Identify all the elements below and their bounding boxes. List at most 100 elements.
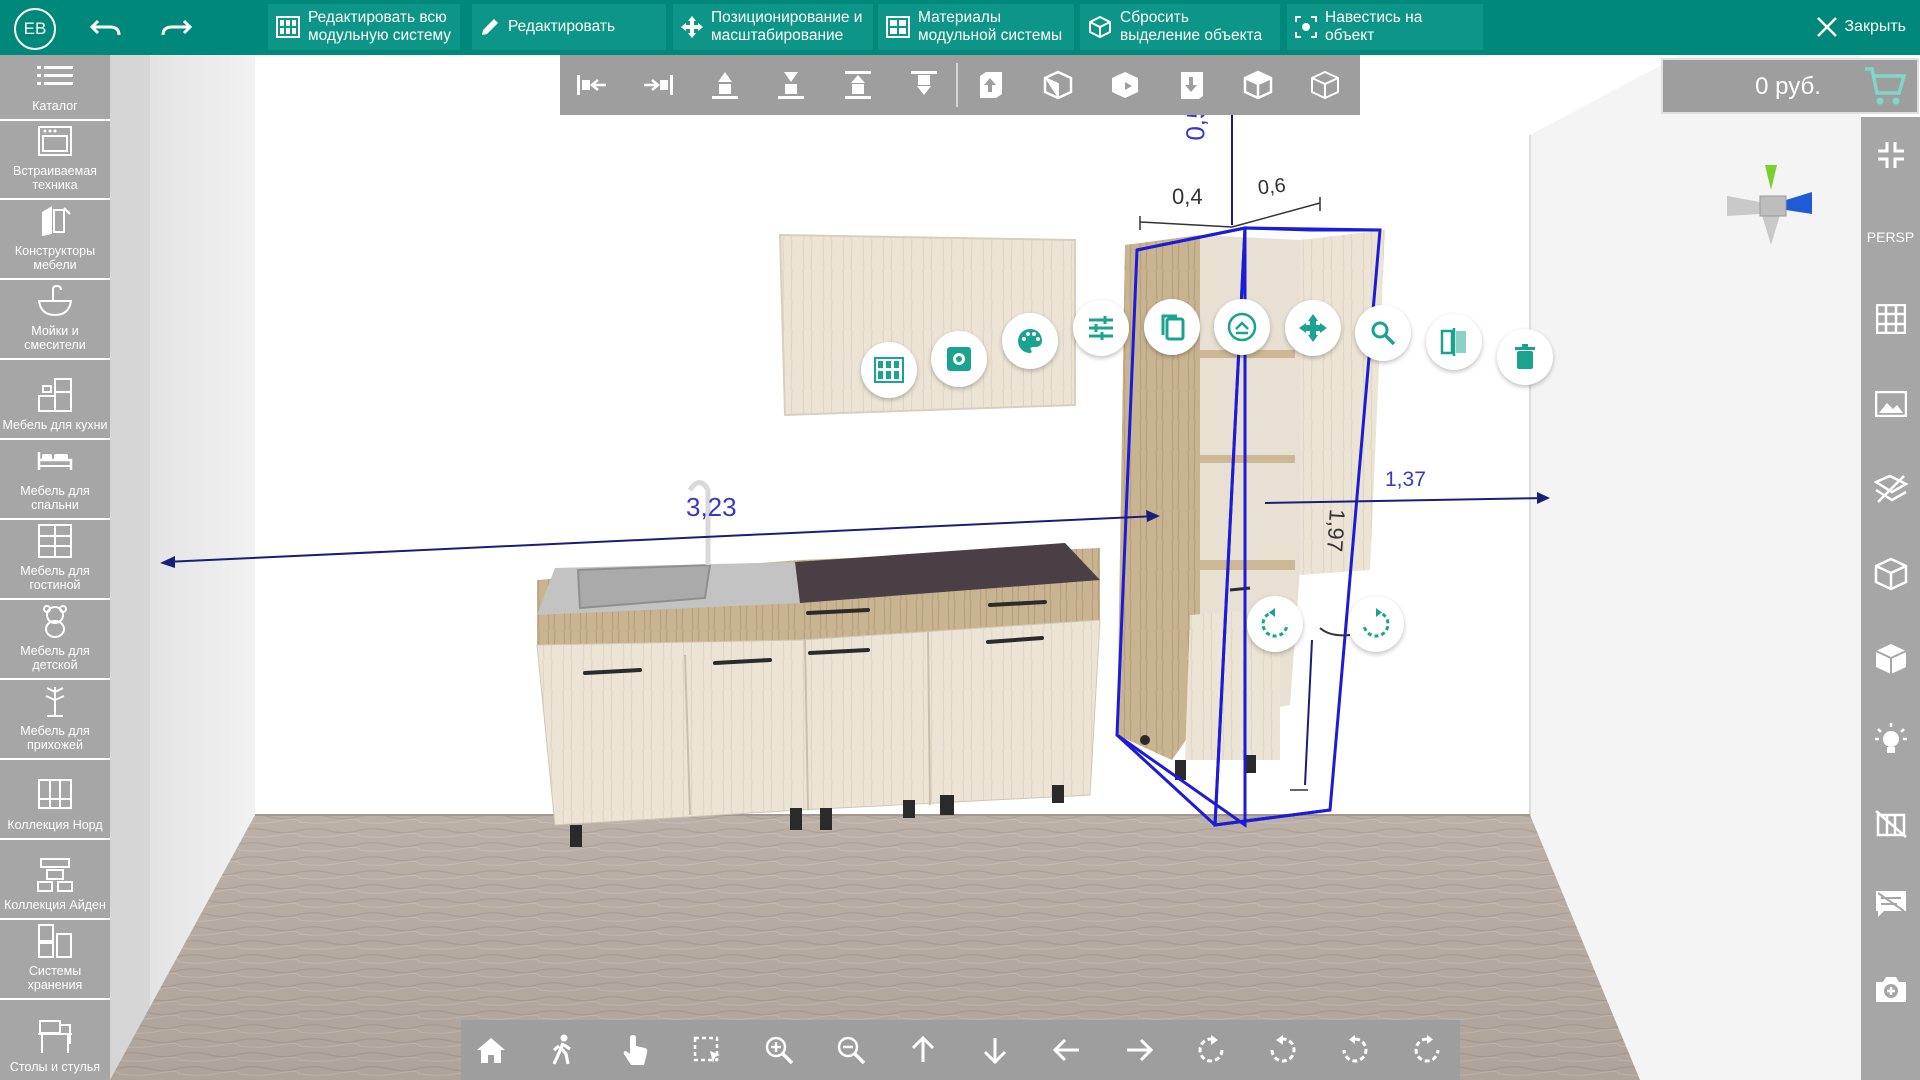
edit-modular-system-button[interactable]: Редактировать всю модульную систему: [268, 4, 460, 50]
sidebar-item-constructors[interactable]: Конструкторы мебели: [0, 202, 110, 280]
pan-down-button[interactable]: [975, 1030, 1015, 1070]
sidebar-item-kitchen[interactable]: Мебель для кухни: [0, 362, 110, 440]
undo-button[interactable]: [88, 12, 124, 42]
walk-mode-button[interactable]: [543, 1030, 583, 1070]
sidebar-item-bedroom[interactable]: Мебель для спальни: [0, 442, 110, 520]
background-button[interactable]: [1869, 382, 1913, 426]
orbit-up-button[interactable]: [1263, 1030, 1303, 1070]
navigation-toolbar: [461, 1020, 1460, 1080]
view-bottom-button[interactable]: [1174, 68, 1210, 102]
view-iso-button[interactable]: [1240, 68, 1276, 102]
price-box[interactable]: 0 руб.: [1661, 58, 1919, 114]
zoom-out-button[interactable]: [831, 1030, 871, 1070]
sidebar-item-aiden[interactable]: Коллекция Айден: [0, 842, 110, 920]
zoom-in-button[interactable]: [759, 1030, 799, 1070]
pan-left-button[interactable]: [1047, 1030, 1087, 1070]
box-outline-button[interactable]: [1869, 552, 1913, 596]
move-fab[interactable]: [1285, 300, 1341, 356]
sidebar-item-label: Мойки и смесители: [24, 324, 86, 352]
box-outline-icon: [1874, 557, 1908, 591]
sidebar-item-kids[interactable]: Мебель для детской: [0, 602, 110, 680]
copy-fab[interactable]: [1144, 299, 1200, 355]
align-right-icon: [644, 75, 673, 95]
adjust-fab[interactable]: [1073, 300, 1129, 356]
user-avatar[interactable]: ЕВ: [14, 8, 56, 50]
light-button[interactable]: [1869, 717, 1913, 761]
rotate-right-button[interactable]: [1407, 1030, 1447, 1070]
rotate-left-button[interactable]: [1335, 1030, 1375, 1070]
mirror-fab[interactable]: [1426, 314, 1482, 370]
lift-fab[interactable]: [1214, 299, 1270, 355]
collapse-button[interactable]: [1869, 133, 1913, 177]
projection-toggle[interactable]: PERSP: [1861, 229, 1920, 245]
sidebar-item-storage[interactable]: Системы хранения: [0, 922, 110, 1000]
view-wireframe-button[interactable]: [1307, 68, 1343, 102]
align-left-button[interactable]: [574, 68, 610, 102]
top-toolbar: ЕВ Редактировать всю модульную систему Р…: [0, 0, 1920, 55]
oven-icon: [35, 122, 75, 160]
reset-selection-button[interactable]: Сбросить выделение объекта: [1080, 4, 1280, 50]
box-solid-button[interactable]: [1869, 637, 1913, 681]
dimension-side-distance: 1,37: [1385, 468, 1426, 491]
stack-down-button[interactable]: [906, 68, 942, 102]
sidebar-item-built-in[interactable]: Встраиваемая техника: [0, 122, 110, 200]
materials-fab[interactable]: [1002, 313, 1058, 369]
settings-fab[interactable]: [931, 331, 987, 387]
positioning-button[interactable]: Позиционирование и масштабирование: [673, 4, 873, 50]
modules-fab[interactable]: [861, 342, 917, 398]
modules-icon: [874, 357, 904, 383]
texture-button[interactable]: [1869, 467, 1913, 511]
view-top-button[interactable]: [973, 68, 1009, 102]
view-left-button[interactable]: [1040, 68, 1076, 102]
comments-button[interactable]: [1869, 882, 1913, 926]
redo-button[interactable]: [158, 12, 194, 42]
close-button[interactable]: Закрыть: [1816, 8, 1906, 46]
delete-fab[interactable]: [1497, 329, 1553, 385]
stack-down-icon: [911, 71, 937, 95]
sidebar-item-living[interactable]: Мебель для гостиной: [0, 522, 110, 600]
toolbar-divider: [956, 63, 958, 107]
table-icon: [35, 1018, 75, 1056]
home-view-button[interactable]: [471, 1030, 511, 1070]
pan-right-button[interactable]: [1119, 1030, 1159, 1070]
home-icon: [477, 1038, 505, 1063]
rotate-right-fab[interactable]: [1348, 596, 1404, 652]
screenshot-button[interactable]: [1869, 967, 1913, 1011]
sidebar-item-label: Системы хранения: [27, 964, 83, 992]
select-area-button[interactable]: [687, 1030, 727, 1070]
sidebar-item-sinks[interactable]: Мойки и смесители: [0, 282, 110, 360]
sliders-icon: [1089, 316, 1113, 340]
sidebar-item-hallway[interactable]: Мебель для прихожей: [0, 682, 110, 760]
align-top-surface-button[interactable]: [707, 68, 743, 102]
orbit-down-button[interactable]: [1191, 1030, 1231, 1070]
sidebar-item-label: Мебель для гостиной: [20, 564, 90, 592]
cube-outline-icon: [1311, 70, 1339, 100]
close-label: Закрыть: [1844, 18, 1906, 35]
materials-button[interactable]: Материалы модульной системы: [878, 4, 1074, 50]
pan-up-button[interactable]: [903, 1030, 943, 1070]
3d-viewport[interactable]: [110, 55, 1861, 1080]
sidebar-item-catalog[interactable]: Каталог: [0, 55, 110, 121]
align-down-button[interactable]: [773, 68, 809, 102]
wardrobe-icon: [35, 776, 75, 814]
sidebar-item-label: Встраиваемая техника: [13, 164, 97, 192]
dimension-height: 1,97: [1322, 508, 1350, 553]
orbit-up-icon: [1270, 1035, 1296, 1063]
grid-button[interactable]: [1869, 297, 1913, 341]
view-right-button[interactable]: [1107, 68, 1143, 102]
zoom-to-fab[interactable]: [1355, 305, 1411, 361]
grid-icon: [1876, 304, 1906, 334]
hide-walls-button[interactable]: [1869, 802, 1913, 846]
focus-object-button[interactable]: Навестись на объект: [1287, 4, 1483, 50]
sidebar-item-nord[interactable]: Коллекция Норд: [0, 762, 110, 840]
rotate-ccw-icon: [1261, 608, 1289, 638]
touch-mode-button[interactable]: [615, 1030, 655, 1070]
rotate-left-fab[interactable]: [1247, 596, 1303, 652]
light-icon: [1875, 723, 1907, 753]
move-arrows-icon: [1299, 314, 1327, 342]
align-right-button[interactable]: [640, 68, 676, 102]
stack-up-button[interactable]: [840, 68, 876, 102]
edit-button[interactable]: Редактировать: [472, 4, 666, 50]
sidebar-item-tables[interactable]: Столы и стулья: [0, 1002, 110, 1080]
teddy-icon: [35, 602, 75, 640]
